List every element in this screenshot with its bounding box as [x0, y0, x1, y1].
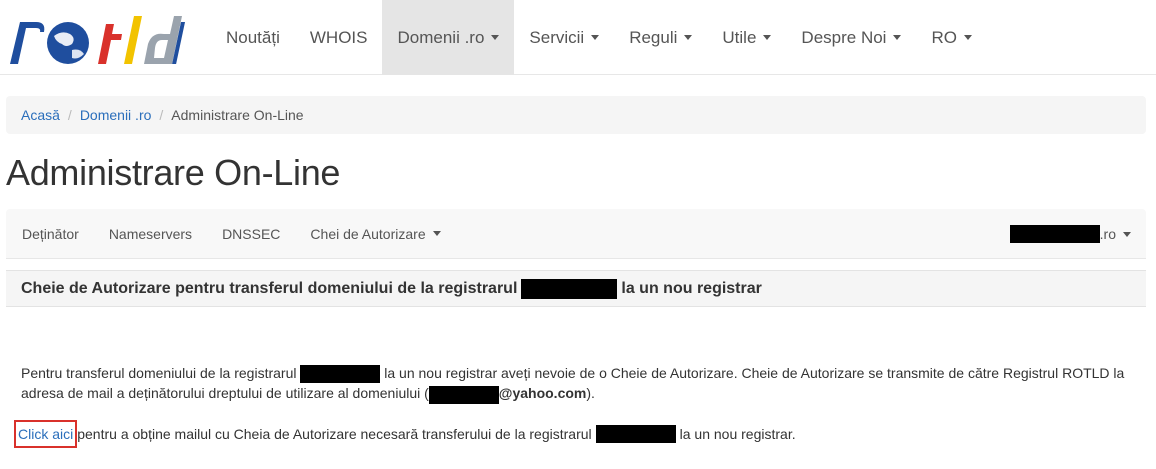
nav-item-servicii[interactable]: Servicii [514, 0, 614, 75]
click-here-link[interactable]: Click aici [14, 420, 78, 448]
nav-item-whois[interactable]: WHOIS [295, 0, 383, 75]
domain-suffix: .ro [1099, 226, 1116, 242]
panel-heading-text-after: la un nou registrar [621, 279, 762, 297]
caret-down-icon [963, 35, 972, 40]
nav-item-utile[interactable]: Utile [707, 0, 786, 75]
redacted-email-user [428, 385, 499, 404]
nav-label: WHOIS [309, 27, 368, 47]
breadcrumb-separator: / [159, 107, 164, 123]
action-text-before: pentru a obține mailul cu Cheia de Autor… [77, 426, 592, 442]
subnav-item-detinator[interactable]: Deținător [7, 209, 94, 259]
breadcrumb: Acasă / Domenii .ro / Administrare On-Li… [6, 96, 1146, 134]
redacted-registrar [300, 365, 381, 384]
caret-down-icon [491, 35, 500, 40]
nav-item-despre-noi[interactable]: Despre Noi [786, 0, 916, 75]
breadcrumb-home-link[interactable]: Acasă [21, 107, 60, 123]
email-domain: @yahoo.com [498, 385, 587, 402]
admin-subnav: Deținător Nameservers DNSSEC Chei de Aut… [6, 209, 1146, 259]
domain-selector[interactable]: .ro [1009, 209, 1131, 259]
caret-down-icon [591, 35, 600, 40]
redacted-registrar [521, 278, 618, 299]
rotld-logo[interactable] [6, 8, 196, 68]
panel-heading: Cheie de Autorizare pentru transferul do… [6, 270, 1146, 307]
caret-down-icon [763, 35, 772, 40]
subnav-label: Nameservers [108, 225, 193, 242]
caret-down-icon [432, 231, 441, 236]
subnav-label: Deținător [22, 225, 79, 242]
top-navbar: Noutăți WHOIS Domenii .ro Servicii Regul… [0, 0, 1156, 75]
caret-down-icon [1123, 231, 1131, 237]
subnav-item-chei-autorizare[interactable]: Chei de Autorizare [295, 209, 455, 259]
nav-item-language[interactable]: RO [916, 0, 987, 75]
nav-label: Servicii [529, 27, 585, 47]
nav-item-domenii[interactable]: Domenii .ro [382, 0, 515, 75]
breadcrumb-separator: / [67, 107, 72, 123]
rotld-logo-image [10, 16, 186, 64]
nav-label: RO [931, 27, 957, 47]
nav-label: Noutăți [226, 27, 280, 47]
subnav-label: DNSSEC [222, 225, 281, 242]
subnav-item-dnssec[interactable]: DNSSEC [207, 209, 295, 259]
panel-heading-text-before: Cheie de Autorizare pentru transferul do… [21, 279, 518, 297]
caret-down-icon [893, 35, 902, 40]
nav-item-noutati[interactable]: Noutăți [211, 0, 295, 75]
info-paragraph: Pentru transferul domeniului de la regis… [21, 363, 1131, 404]
info-text-part3: ). [586, 385, 595, 402]
breadcrumb-domenii-link[interactable]: Domenii .ro [80, 107, 152, 123]
action-text-after: la un nou registrar. [679, 426, 796, 442]
action-line: Click aici pentru a obține mailul cu Che… [14, 420, 796, 448]
main-nav: Noutăți WHOIS Domenii .ro Servicii Regul… [211, 0, 987, 75]
info-text-part1: Pentru transferul domeniului de la regis… [21, 365, 297, 381]
redacted-registrar [595, 425, 676, 443]
subnav-item-nameservers[interactable]: Nameservers [94, 209, 207, 259]
subnav-label: Chei de Autorizare [310, 225, 426, 242]
nav-label: Reguli [629, 27, 678, 47]
redacted-domain-name [1009, 225, 1100, 243]
breadcrumb-current: Administrare On-Line [171, 107, 304, 123]
nav-label: Domenii .ro [397, 27, 485, 47]
nav-label: Utile [722, 27, 757, 47]
caret-down-icon [684, 35, 693, 40]
page-title: Administrare On-Line [6, 152, 341, 193]
nav-label: Despre Noi [801, 27, 887, 47]
nav-item-reguli[interactable]: Reguli [614, 0, 707, 75]
